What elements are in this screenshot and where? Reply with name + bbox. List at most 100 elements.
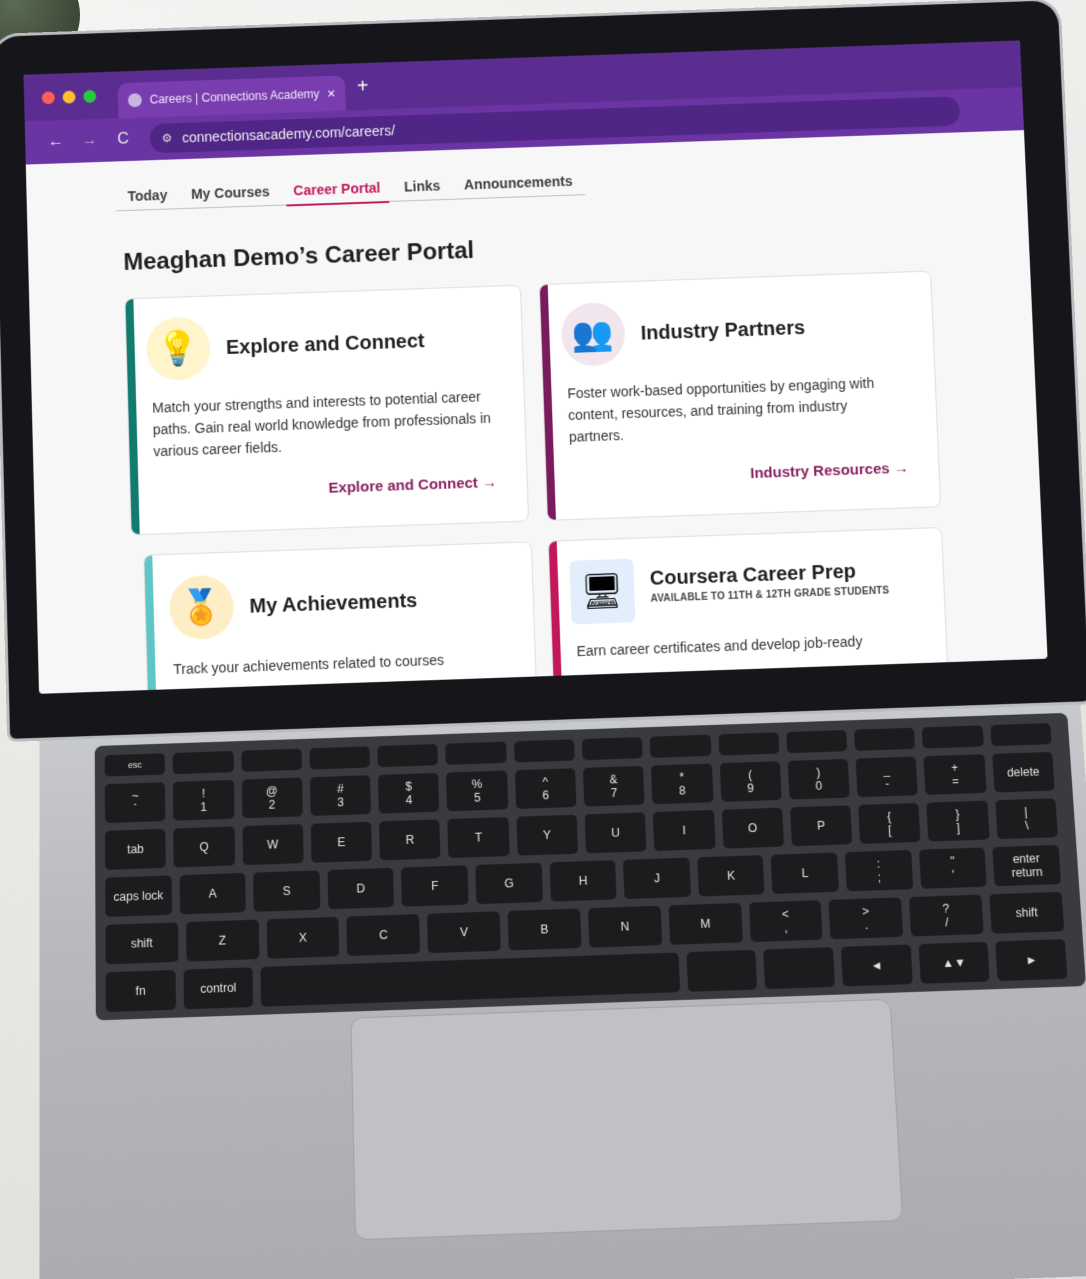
reload-icon[interactable]: C [106, 130, 140, 149]
keyboard-key[interactable] [445, 741, 507, 765]
keyboard-key[interactable]: ( 9 [719, 761, 782, 802]
keyboard-key[interactable]: J [623, 857, 691, 900]
keyboard-key[interactable]: + = [923, 754, 987, 795]
medal-icon: 🏅 [168, 574, 235, 641]
tab-today[interactable]: Today [127, 187, 167, 204]
keyboard-key[interactable] [581, 736, 643, 761]
keyboard-key[interactable]: ► [995, 939, 1068, 982]
site-settings-icon[interactable]: ⚙ [161, 131, 172, 145]
industry-resources-link[interactable]: Industry Resources → [750, 460, 909, 482]
keyboard-key[interactable]: M [668, 902, 743, 945]
keyboard-key[interactable]: shift [989, 891, 1065, 934]
keyboard-key[interactable]: control [183, 967, 254, 1010]
keyboard-key[interactable]: O [721, 807, 784, 849]
keyboard-key[interactable]: ^ 6 [514, 768, 577, 809]
window-minimize-dot[interactable] [62, 90, 76, 104]
keyboard-key[interactable] [649, 734, 712, 758]
keyboard-key[interactable]: X [266, 916, 340, 959]
keyboard-key[interactable]: " ' [918, 847, 988, 889]
close-tab-icon[interactable]: × [327, 86, 336, 102]
keyboard-key[interactable]: fn [105, 969, 176, 1013]
keyboard-key[interactable]: Z [185, 919, 260, 962]
keyboard-key[interactable]: S [253, 870, 321, 912]
keyboard-key[interactable]: : ; [844, 849, 914, 892]
keyboard-key[interactable]: L [771, 852, 840, 894]
keyboard-key[interactable]: V [427, 911, 501, 954]
forward-arrow-icon[interactable]: → [72, 131, 106, 150]
keyboard-key[interactable]: { [ [858, 802, 921, 844]
keyboard-key[interactable]: E [310, 821, 373, 863]
keyboard-key[interactable] [377, 743, 439, 768]
keyboard-key[interactable]: ◄ [840, 944, 913, 987]
keyboard-key[interactable]: ? / [909, 894, 984, 937]
tab-links[interactable]: Links [404, 178, 441, 195]
keyboard-key[interactable]: shift [105, 922, 179, 965]
keyboard-key[interactable] [990, 723, 1052, 747]
back-arrow-icon[interactable]: ← [39, 133, 73, 152]
laptop-base: esc ~ `! 1 @ 2 # 3 $ 4% 5 ^ 6 & 7 * 8( 9) 0 _ - +… [39, 679, 1086, 1279]
keyboard-key[interactable]: @ 2 [241, 777, 303, 819]
card-description: Track your achievements related to cours… [173, 651, 445, 678]
keyboard-key[interactable]: < , [748, 900, 823, 943]
keyboard-key[interactable]: > . [828, 897, 904, 940]
keyboard-key[interactable] [685, 949, 758, 992]
keyboard-key[interactable]: % 5 [446, 770, 508, 812]
keyboard-key[interactable]: Q [173, 826, 235, 868]
keyboard-key[interactable]: esc [104, 753, 166, 777]
keyboard-key[interactable]: caps lock [105, 875, 172, 918]
keyboard-key[interactable] [922, 725, 984, 749]
keyboard-key[interactable]: T [447, 817, 510, 859]
keyboard-key[interactable]: R [379, 819, 441, 861]
keyboard-key[interactable]: W [242, 824, 304, 866]
keyboard-key[interactable]: & 7 [582, 765, 645, 807]
keyboard-key[interactable]: F [401, 865, 469, 907]
card-accent-bar [539, 284, 556, 520]
keyboard-key[interactable]: ▲▼ [918, 941, 990, 984]
tab-my-courses[interactable]: My Courses [191, 184, 270, 202]
window-maximize-dot[interactable] [83, 89, 97, 103]
keyboard-key[interactable]: P [789, 805, 853, 847]
keyboard-key[interactable]: * 8 [651, 763, 714, 805]
keyboard-key[interactable]: ~ ` [104, 782, 166, 824]
card-accent-bar [144, 555, 158, 694]
new-tab-button[interactable]: + [357, 75, 369, 98]
tab-announcements[interactable]: Announcements [464, 173, 573, 192]
lightbulb-icon: 💡 [145, 316, 212, 382]
keyboard-key[interactable]: A [179, 872, 246, 915]
keyboard-key[interactable]: $ 4 [378, 772, 440, 814]
keyboard-key[interactable]: Y [516, 814, 579, 856]
keyboard-key[interactable]: delete [991, 751, 1055, 793]
keyboard-key[interactable] [717, 732, 780, 756]
keyboard-key[interactable]: | \ [994, 798, 1058, 840]
keyboard-key[interactable] [763, 947, 835, 990]
keyboard-key[interactable]: tab [104, 828, 166, 870]
keyboard-key[interactable] [786, 730, 848, 754]
keyboard-key[interactable]: H [549, 860, 617, 902]
keyboard-key[interactable]: # 3 [309, 775, 372, 817]
keyboard-key[interactable]: D [327, 867, 395, 910]
keyboard-key[interactable] [513, 739, 575, 763]
window-close-dot[interactable] [41, 90, 55, 104]
keyboard-key[interactable]: B [507, 908, 582, 951]
keyboard-key[interactable]: _ - [855, 756, 919, 798]
keyboard-key[interactable]: I [653, 809, 716, 851]
keyboard-key[interactable]: K [697, 855, 765, 897]
keyboard-key[interactable]: U [584, 812, 647, 854]
trackpad[interactable] [350, 998, 904, 1241]
keyboard-key[interactable]: enter return [992, 844, 1062, 887]
explore-and-connect-link[interactable]: Explore and Connect → [328, 474, 497, 497]
keyboard-key[interactable] [172, 750, 234, 775]
keyboard-key[interactable]: } ] [926, 800, 990, 842]
keyboard-key[interactable]: N [587, 905, 663, 948]
keyboard-key[interactable]: C [346, 914, 421, 957]
people-network-icon: 👥 [560, 301, 627, 367]
tab-career-portal[interactable]: Career Portal [293, 180, 380, 199]
laptop-screen: Careers | Connections Academy × + ← → C … [23, 40, 1048, 694]
keyboard-key[interactable]: G [475, 862, 543, 905]
keyboard-key[interactable] [241, 748, 302, 772]
keyboard-key[interactable] [260, 952, 680, 1007]
keyboard-key[interactable] [309, 746, 371, 770]
keyboard-key[interactable]: ) 0 [787, 758, 850, 800]
keyboard-key[interactable]: ! 1 [173, 779, 235, 821]
keyboard-key[interactable] [854, 727, 916, 751]
